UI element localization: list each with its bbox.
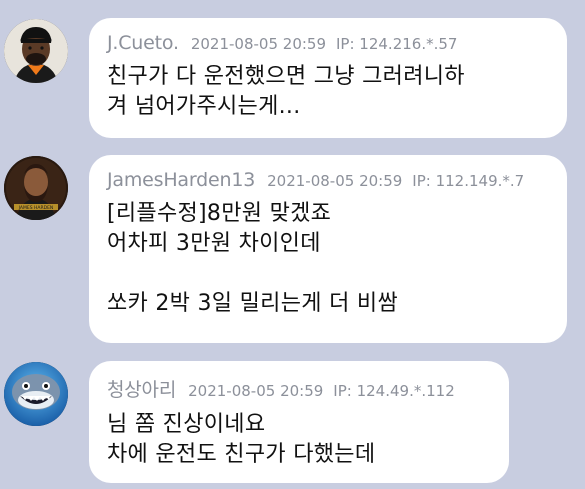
svg-text:JAMES HARDEN: JAMES HARDEN	[18, 205, 54, 211]
comment-bubble: 청상아리 2021-08-05 20:59 IP: 124.49.*.112 님…	[89, 361, 509, 483]
comment-meta: JamesHarden13 2021-08-05 20:59 IP: 112.1…	[107, 169, 549, 191]
comment-text: [리플수정]8만원 맞겠죠 어차피 3만원 차이인데 쏘카 2박 3일 밀리는게…	[107, 201, 399, 316]
comment-date: 2021-08-05 20:59	[188, 382, 324, 400]
comment-meta: J.Cueto. 2021-08-05 20:59 IP: 124.216.*.…	[107, 32, 549, 54]
comment-text: 친구가 다 운전했으면 그냥 그러려니하 겨 넘어가주시는게...	[107, 64, 465, 119]
baseball-player-avatar-icon[interactable]	[4, 19, 68, 83]
author-name[interactable]: 청상아리	[107, 375, 176, 402]
comment-ip: IP: 124.49.*.112	[333, 382, 455, 400]
james-harden-avatar-icon[interactable]: JAMES HARDEN	[4, 156, 68, 220]
shark-avatar-icon[interactable]	[4, 362, 68, 426]
comment-ip: IP: 124.216.*.57	[336, 35, 458, 53]
comment-bubble: J.Cueto. 2021-08-05 20:59 IP: 124.216.*.…	[89, 18, 567, 138]
comment-ip: IP: 112.149.*.7	[412, 172, 525, 190]
comment-date: 2021-08-05 20:59	[267, 172, 403, 190]
comment-date: 2021-08-05 20:59	[190, 35, 326, 53]
author-name[interactable]: JamesHarden13	[107, 169, 255, 191]
comment-bubble: JamesHarden13 2021-08-05 20:59 IP: 112.1…	[89, 155, 567, 343]
comment-meta: 청상아리 2021-08-05 20:59 IP: 124.49.*.112	[107, 375, 491, 402]
comment-text: 님 쫌 진상이네요 차에 운전도 친구가 다했는데	[107, 412, 376, 467]
author-name[interactable]: J.Cueto.	[107, 32, 179, 54]
